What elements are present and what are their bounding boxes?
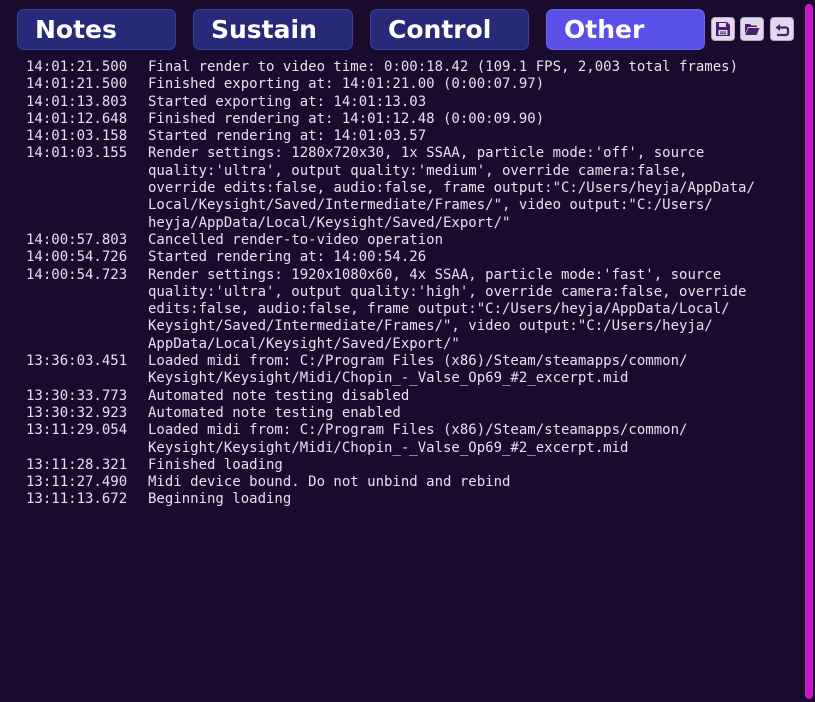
log-entry: 13:30:33.773 Automated note testing disa…	[26, 388, 801, 405]
log-entry: 14:01:13.803 Started exporting at: 14:01…	[26, 94, 801, 111]
log-message: Beginning loading	[148, 491, 292, 508]
log-timestamp: 14:01:03.155	[26, 145, 128, 162]
log-timestamp: 13:30:32.923	[26, 404, 128, 421]
log-timestamp: 13:11:13.672	[26, 491, 128, 508]
log-timestamp: 14:01:13.803	[26, 93, 128, 110]
log-message: Midi device bound. Do not unbind and reb…	[148, 474, 511, 491]
log-message: Cancelled render-to-video operation	[148, 231, 444, 248]
scrollbar[interactable]	[805, 4, 813, 699]
floppy-disk-icon	[716, 22, 730, 36]
log-entry: 14:01:03.155 Render settings: 1280x720x3…	[26, 145, 801, 231]
log-entry: 14:01:12.648 Finished rendering at: 14:0…	[26, 111, 801, 128]
log-timestamp: 14:01:03.158	[26, 128, 128, 145]
log-timestamp: 14:00:54.723	[26, 266, 128, 283]
log-timestamp: 14:01:21.500	[26, 59, 128, 75]
log-message: Finished rendering at: 14:01:12.48 (0:00…	[148, 110, 545, 127]
log-entry: 14:00:54.726 Started rendering at: 14:00…	[26, 249, 801, 266]
log-entry: 14:01:21.500 Finished exporting at: 14:0…	[26, 76, 801, 93]
log-entry: 13:11:28.321 Finished loading	[26, 457, 801, 474]
log-message: Automated note testing enabled	[148, 404, 401, 421]
log-message: Started rendering at: 14:01:03.57	[148, 128, 427, 145]
log-message: Render settings: 1920x1080x60, 4x SSAA, …	[148, 266, 747, 352]
folder-open-icon	[745, 24, 760, 35]
tab-notes[interactable]: Notes	[17, 9, 176, 50]
log-message: Started rendering at: 14:00:54.26	[148, 249, 427, 266]
log-message: Finished loading	[148, 456, 283, 473]
log-timestamp: 14:01:12.648	[26, 110, 128, 127]
open-button[interactable]	[740, 17, 764, 41]
log-entry: 13:11:27.490 Midi device bound. Do not u…	[26, 474, 801, 491]
log-message: Render settings: 1280x720x30, 1x SSAA, p…	[148, 145, 755, 231]
log-timestamp: 14:01:21.500	[26, 76, 128, 93]
log-message: Loaded midi from: C:/Program Files (x86)…	[148, 353, 688, 387]
log-entry: 13:30:32.923 Automated note testing enab…	[26, 405, 801, 422]
undo-arrow-icon	[775, 24, 790, 37]
log-timestamp: 13:30:33.773	[26, 387, 128, 404]
save-button[interactable]	[711, 17, 735, 41]
log-message: Started exporting at: 14:01:13.03	[148, 93, 427, 110]
log-entry: 13:11:13.672 Beginning loading	[26, 491, 801, 508]
log-entry: 14:01:03.158 Started rendering at: 14:01…	[26, 128, 801, 145]
log-message: Final render to video time: 0:00:18.42 (…	[148, 59, 739, 75]
log-timestamp: 13:11:29.054	[26, 422, 128, 439]
log-timestamp: 14:00:57.803	[26, 231, 128, 248]
log-timestamp: 13:11:28.321	[26, 456, 128, 473]
log-entry: 14:00:54.723 Render settings: 1920x1080x…	[26, 267, 801, 353]
log-entry: 13:36:03.451 Loaded midi from: C:/Progra…	[26, 353, 801, 388]
console-log[interactable]: 14:01:21.500 Final render to video time:…	[26, 59, 801, 699]
log-timestamp: 13:36:03.451	[26, 353, 128, 370]
tab-other[interactable]: Other	[546, 9, 705, 50]
log-message: Automated note testing disabled	[148, 387, 410, 404]
tab-control[interactable]: Control	[370, 9, 529, 50]
log-timestamp: 14:00:54.726	[26, 249, 128, 266]
log-message: Loaded midi from: C:/Program Files (x86)…	[148, 422, 688, 456]
log-entry: 14:01:21.500 Final render to video time:…	[26, 59, 801, 76]
top-bar: Notes Sustain Control Other	[0, 0, 815, 58]
log-timestamp: 13:11:27.490	[26, 474, 128, 491]
log-message: Finished exporting at: 14:01:21.00 (0:00…	[148, 76, 545, 93]
log-entry: 14:00:57.803 Cancelled render-to-video o…	[26, 232, 801, 249]
undo-button[interactable]	[770, 17, 794, 41]
tab-sustain[interactable]: Sustain	[193, 9, 353, 50]
log-entry: 13:11:29.054 Loaded midi from: C:/Progra…	[26, 422, 801, 457]
